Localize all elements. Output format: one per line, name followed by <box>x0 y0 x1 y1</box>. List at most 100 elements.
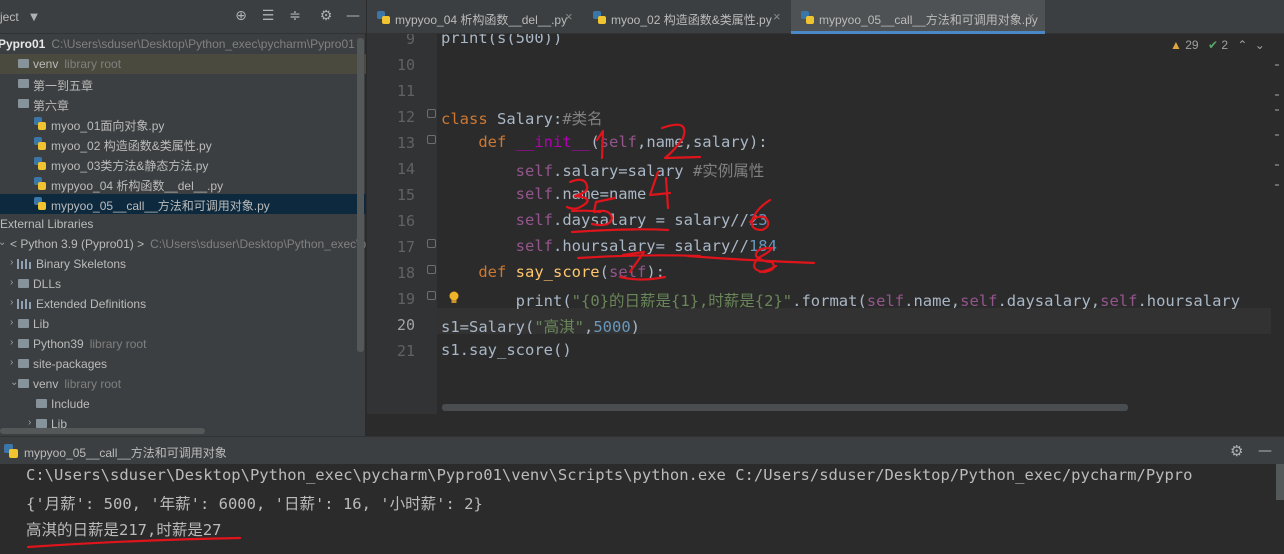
gear-icon[interactable]: ⚙ <box>318 8 334 24</box>
tree-item[interactable]: ⌄ < Python 3.9 (Pypro01) > C:\Users\sduser… <box>0 234 366 254</box>
run-console[interactable]: C:\Users\sduser\Desktop\Python_exec\pych… <box>0 464 1284 554</box>
tree-item[interactable]: › Extended Definitions <box>0 294 366 314</box>
code-line[interactable]: print("{0}的日薪是{1},时薪是{2}".format(self.na… <box>441 289 1240 311</box>
project-scrollbar-vertical[interactable] <box>357 38 364 352</box>
chevron-right-icon[interactable]: › <box>28 417 31 428</box>
inspection-widget[interactable]: ▲ 29 ✔ 2 ⌃ ⌄ <box>1170 38 1265 52</box>
code-line[interactable]: print(s(500)) <box>441 34 562 47</box>
check-icon: ✔ <box>1207 38 1218 52</box>
console-scrollbar[interactable] <box>1276 464 1284 500</box>
tree-item[interactable]: Pypro01 C:\Users\sduser\Desktop\Python_ex… <box>0 34 366 54</box>
hide-icon[interactable]: — <box>345 8 361 24</box>
project-toolbar: ject ▼ ⊕ ☰ ≑ ⚙ — <box>0 0 366 34</box>
tree-item[interactable]: 第六章 <box>0 94 366 114</box>
fold-marker[interactable] <box>427 265 436 274</box>
chevron-right-icon[interactable]: › <box>10 337 13 348</box>
project-title[interactable]: ject <box>0 10 19 24</box>
expand-all-icon[interactable]: ☰ <box>260 8 276 24</box>
code-token: 5000 <box>593 318 631 336</box>
tree-item[interactable]: Include <box>0 394 366 414</box>
code-line[interactable]: self.name=name <box>441 185 647 203</box>
hide-icon[interactable]: — <box>1258 443 1272 459</box>
tree-item[interactable]: myoo_01面向对象.py <box>0 114 366 134</box>
folder-icon <box>18 99 29 108</box>
chevron-right-icon[interactable]: › <box>10 297 13 308</box>
chevron-right-icon[interactable]: › <box>10 277 13 288</box>
collapse-all-icon[interactable]: ≑ <box>287 8 303 24</box>
tree-item-hint: library root <box>64 57 122 71</box>
close-icon[interactable]: × <box>565 9 573 24</box>
editor-scrollbar-horizontal[interactable] <box>442 404 1128 411</box>
chevron-right-icon[interactable]: › <box>10 257 13 268</box>
editor-marker-bar[interactable] <box>1271 34 1284 414</box>
fold-marker[interactable] <box>427 135 436 144</box>
tree-item[interactable]: › Python39 library root <box>0 334 366 354</box>
folder-icon <box>18 79 29 88</box>
code-token: "{0}的日薪是{1},时薪是{2}" <box>571 292 793 310</box>
fold-marker[interactable] <box>427 239 436 248</box>
tree-item[interactable]: › Lib <box>0 314 366 334</box>
tree-item[interactable]: venv library root <box>0 54 366 74</box>
code-token: say_score <box>515 263 600 281</box>
code-token: ( <box>599 263 609 281</box>
tree-item-label: mypyoo_04 析构函数__del__.py <box>51 177 223 194</box>
tree-item-hint: C:\Users\sduser\Desktop\Python_exec\pych… <box>51 37 355 51</box>
chevron-up-icon[interactable]: ⌃ <box>1237 38 1247 52</box>
code-line[interactable]: def say_score(self): <box>441 263 665 281</box>
code-line[interactable]: self.daysalary = salary//23 <box>441 211 768 229</box>
locate-icon[interactable]: ⊕ <box>233 8 249 24</box>
code-token: s1=Salary( <box>441 318 535 336</box>
code-token: s1.say_score() <box>441 341 572 359</box>
tree-item[interactable]: › DLLs <box>0 274 366 294</box>
code-token: .name=name <box>552 185 647 203</box>
chevron-right-icon[interactable]: › <box>10 357 13 368</box>
tree-item[interactable]: mypyoo_04 析构函数__del__.py <box>0 174 366 194</box>
editor-tab[interactable]: mypyoo_04 析构函数__del__.py × <box>367 0 583 34</box>
dropdown-arrow-icon[interactable]: ▼ <box>26 10 42 26</box>
run-tab-title[interactable]: mypyoo_05__call__方法和可调用对象 <box>24 444 227 461</box>
tree-item-label: < Python 3.9 (Pypro01) > C:\Users\sduser\… <box>10 237 366 251</box>
code-token: self <box>599 133 637 151</box>
fold-marker[interactable] <box>427 291 436 300</box>
tree-item[interactable]: 第一到五章 <box>0 74 366 94</box>
editor-tab[interactable]: myoo_02 构造函数&类属性.py × <box>583 0 791 34</box>
code-line[interactable]: s1.say_score() <box>441 341 572 359</box>
fold-marker[interactable] <box>427 109 436 118</box>
editor-tab[interactable]: mypyoo_05__call__方法和可调用对象.py × <box>791 0 1045 34</box>
close-icon[interactable]: × <box>1027 9 1035 24</box>
tree-item-label: External Libraries <box>0 217 93 231</box>
code-line[interactable]: self.hoursalary= salary//184 <box>441 237 777 255</box>
project-scrollbar-horizontal[interactable] <box>0 428 205 434</box>
tree-item[interactable]: ⌄ venv library root <box>0 374 366 394</box>
tree-item[interactable]: › Binary Skeletons <box>0 254 366 274</box>
line-number: 21 <box>396 342 415 360</box>
folder-icon <box>18 279 29 288</box>
lightbulb-icon[interactable] <box>448 291 460 305</box>
line-number: 15 <box>396 186 415 204</box>
tree-item[interactable]: myoo_03类方法&静态方法.py <box>0 154 366 174</box>
chevron-down-icon[interactable]: ⌄ <box>1255 38 1265 52</box>
tree-item[interactable]: mypyoo_05__call__方法和可调用对象.py <box>0 194 366 214</box>
tree-item[interactable]: › site-packages <box>0 354 366 374</box>
code-token: ( <box>590 133 600 151</box>
code-line[interactable]: self.salary=salary #实例属性 <box>441 159 765 181</box>
code-line[interactable]: def __init__(self,name,salary): <box>441 133 767 151</box>
code-line[interactable]: s1=Salary("高淇",5000) <box>441 315 640 337</box>
code-token: #类名 <box>562 110 603 128</box>
python-file-icon <box>34 117 46 130</box>
line-number: 18 <box>396 264 415 282</box>
chevron-down-icon[interactable]: ⌄ <box>0 237 6 248</box>
line-number: 16 <box>396 212 415 230</box>
folder-icon <box>18 339 29 348</box>
tree-item-text: Pypro01 <box>0 37 46 51</box>
tree-item-text: Binary Skeletons <box>36 257 127 271</box>
chevron-right-icon[interactable]: › <box>10 317 13 328</box>
gear-icon[interactable]: ⚙ <box>1230 442 1243 460</box>
tree-item[interactable]: External Libraries <box>0 214 366 234</box>
close-icon[interactable]: × <box>773 9 781 24</box>
tree-item[interactable]: myoo_02 构造函数&类属性.py <box>0 134 366 154</box>
code-line[interactable]: class Salary:#类名 <box>441 107 603 129</box>
code-editor[interactable]: 9 10 11 12 13 14 15 16 17 18 19 20 21 print(s(500)) c… <box>367 34 1284 414</box>
